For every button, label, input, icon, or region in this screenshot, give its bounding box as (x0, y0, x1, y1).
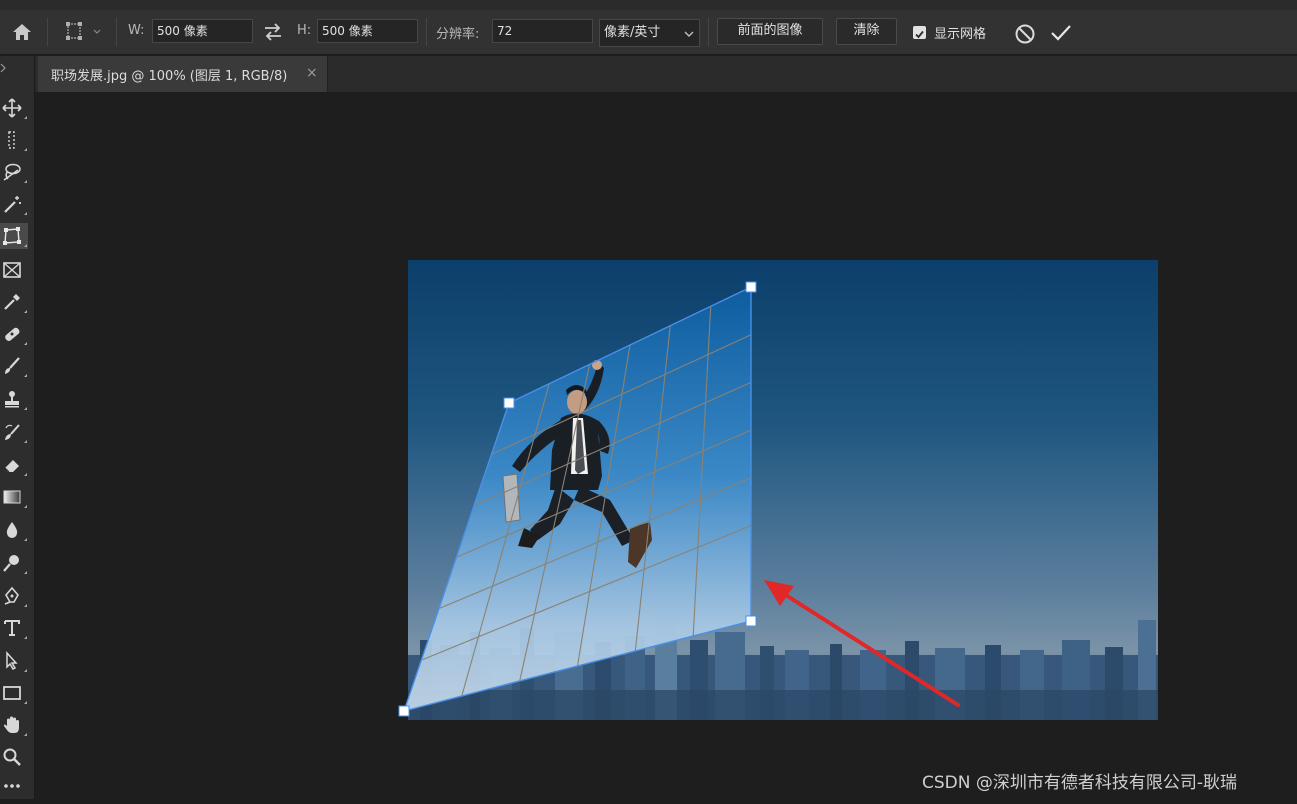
brush-tool-icon[interactable] (0, 353, 28, 379)
chevron-down-icon (684, 27, 694, 43)
collapse-arrows-icon[interactable] (0, 58, 30, 73)
clone-stamp-tool-icon[interactable] (0, 386, 28, 412)
path-selection-tool-icon[interactable] (0, 648, 28, 674)
history-brush-tool-icon[interactable] (0, 419, 28, 445)
zoom-tool-icon[interactable] (0, 744, 28, 770)
rectangle-tool-icon[interactable] (0, 680, 28, 706)
eraser-tool-icon[interactable] (0, 452, 28, 478)
separator (426, 18, 427, 46)
check-icon (915, 30, 924, 39)
perspective-crop-preset-icon[interactable] (64, 21, 104, 47)
gradient-tool-icon[interactable] (0, 484, 28, 510)
show-grid-checkbox[interactable] (913, 26, 926, 39)
home-icon[interactable] (11, 22, 33, 46)
swap-dimensions-icon[interactable] (263, 23, 283, 45)
width-input[interactable]: 500 像素 (152, 19, 253, 43)
healing-brush-tool-icon[interactable] (0, 321, 28, 347)
clear-button[interactable]: 清除 (836, 18, 897, 45)
separator (116, 18, 117, 46)
height-label: H: (297, 23, 312, 38)
options-bar: W: 500 像素 H: 500 像素 分辨率: 72 像素/英寸 前面的图像 … (0, 10, 1297, 55)
height-input[interactable]: 500 像素 (317, 19, 418, 43)
resolution-input[interactable]: 72 (492, 19, 593, 43)
crop-tool-icon[interactable] (0, 223, 28, 249)
pen-tool-icon[interactable] (0, 583, 28, 609)
front-image-button[interactable]: 前面的图像 (717, 18, 823, 45)
type-tool-icon[interactable] (0, 615, 28, 641)
dodge-tool-icon[interactable] (0, 550, 28, 576)
move-tool-icon[interactable] (0, 95, 28, 121)
commit-check-icon[interactable] (1049, 22, 1073, 48)
canvas-area[interactable] (35, 92, 1297, 799)
toolbox (0, 56, 35, 799)
document-tab-bar: 职场发展.jpg @ 100% (图层 1, RGB/8) × (0, 56, 1297, 92)
cancel-icon[interactable] (1014, 23, 1036, 49)
resolution-unit-select[interactable]: 像素/英寸 (599, 19, 700, 47)
close-icon[interactable]: × (306, 65, 318, 81)
width-label: W: (128, 23, 145, 38)
lasso-tool-icon[interactable] (0, 159, 28, 185)
separator (47, 18, 48, 46)
document-tab[interactable]: 职场发展.jpg @ 100% (图层 1, RGB/8) × (38, 56, 328, 92)
document-tab-title: 职场发展.jpg @ 100% (图层 1, RGB/8) (51, 69, 288, 84)
magic-wand-tool-icon[interactable] (0, 191, 28, 217)
separator (708, 18, 709, 46)
blur-tool-icon[interactable] (0, 517, 28, 543)
hand-tool-icon[interactable] (0, 712, 28, 738)
resolution-label: 分辨率: (436, 27, 480, 42)
more-tools-icon[interactable] (0, 778, 28, 804)
resolution-unit-value: 像素/英寸 (604, 25, 661, 40)
marquee-tool-icon[interactable] (0, 127, 28, 153)
watermark-text: CSDN @深圳市有德者科技有限公司-耿瑞 (922, 773, 1238, 793)
frame-tool-icon[interactable] (0, 257, 28, 283)
menu-bar (0, 0, 1297, 10)
eyedropper-tool-icon[interactable] (0, 289, 28, 315)
show-grid-label: 显示网格 (934, 27, 987, 42)
